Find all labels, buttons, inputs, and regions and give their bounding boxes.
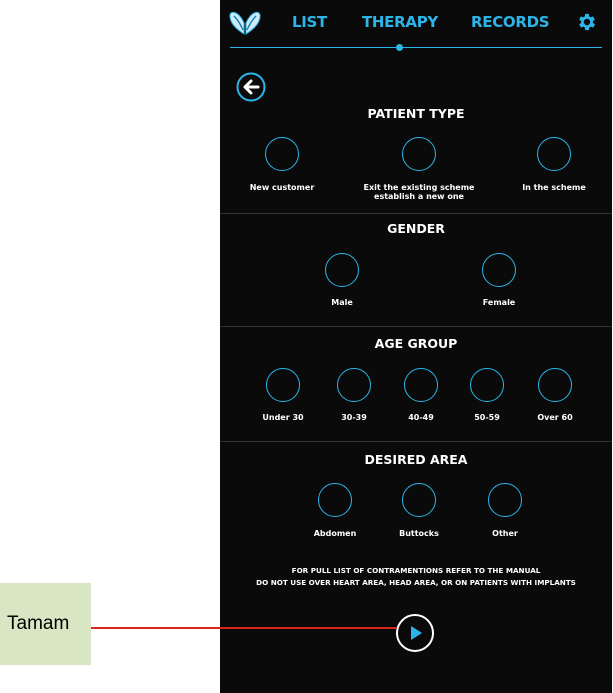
patient-type-new-customer-radio[interactable] [265,137,299,171]
patient-type-in-scheme-label: In the scheme [522,183,586,192]
age-under-30-radio[interactable] [266,368,300,402]
app-screen: LIST THERAPY RECORDS PATIENT TYPE New cu… [220,0,612,693]
age-50-59-radio[interactable] [470,368,504,402]
age-group-title: AGE GROUP [374,336,458,351]
area-other-label: Other [492,529,518,538]
gender-female-radio[interactable] [482,253,516,287]
gender-female-label: Female [482,298,516,307]
nav-underline [230,47,602,48]
tab-therapy[interactable]: THERAPY [362,13,438,31]
age-over-60-radio[interactable] [538,368,572,402]
patient-type-in-scheme-radio[interactable] [537,137,571,171]
divider [220,441,612,442]
arrow-left-icon[interactable] [236,72,266,102]
tab-list[interactable]: LIST [292,13,327,31]
age-40-49-radio[interactable] [404,368,438,402]
play-icon [411,626,422,640]
area-abdomen-radio[interactable] [318,483,352,517]
patient-type-exit-scheme-label: Exit the existing scheme establish a new… [363,183,475,201]
age-30-39-radio[interactable] [337,368,371,402]
annotation-label: Tamam [7,613,70,634]
warning-line-2: DO NOT USE OVER HEART AREA, HEAD AREA, O… [256,578,576,587]
age-30-39-label: 30-39 [341,413,367,422]
divider [220,213,612,214]
gender-male-label: Male [331,298,353,307]
area-buttocks-label: Buttocks [399,529,439,538]
annotation-pointer-line [91,627,397,629]
wings-logo-icon[interactable] [228,8,262,38]
area-abdomen-label: Abdomen [313,529,357,538]
area-buttocks-radio[interactable] [402,483,436,517]
patient-type-new-customer-label: New customer [249,183,315,192]
patient-type-exit-scheme-radio[interactable] [402,137,436,171]
active-tab-indicator [396,44,403,51]
gear-icon[interactable] [576,11,598,33]
patient-type-title: PATIENT TYPE [367,106,465,121]
desired-area-title: DESIRED AREA [364,452,468,467]
gender-title: GENDER [387,221,445,236]
gender-male-radio[interactable] [325,253,359,287]
top-nav: LIST THERAPY RECORDS [220,0,612,52]
age-over-60-label: Over 60 [537,413,573,422]
age-40-49-label: 40-49 [408,413,434,422]
area-other-radio[interactable] [488,483,522,517]
divider [220,326,612,327]
play-button[interactable] [396,614,434,652]
age-under-30-label: Under 30 [262,413,304,422]
warning-line-1: FOR PULL LIST OF CONTRAMENTIONS REFER TO… [291,566,541,575]
tab-records[interactable]: RECORDS [471,13,550,31]
age-50-59-label: 50-59 [474,413,500,422]
